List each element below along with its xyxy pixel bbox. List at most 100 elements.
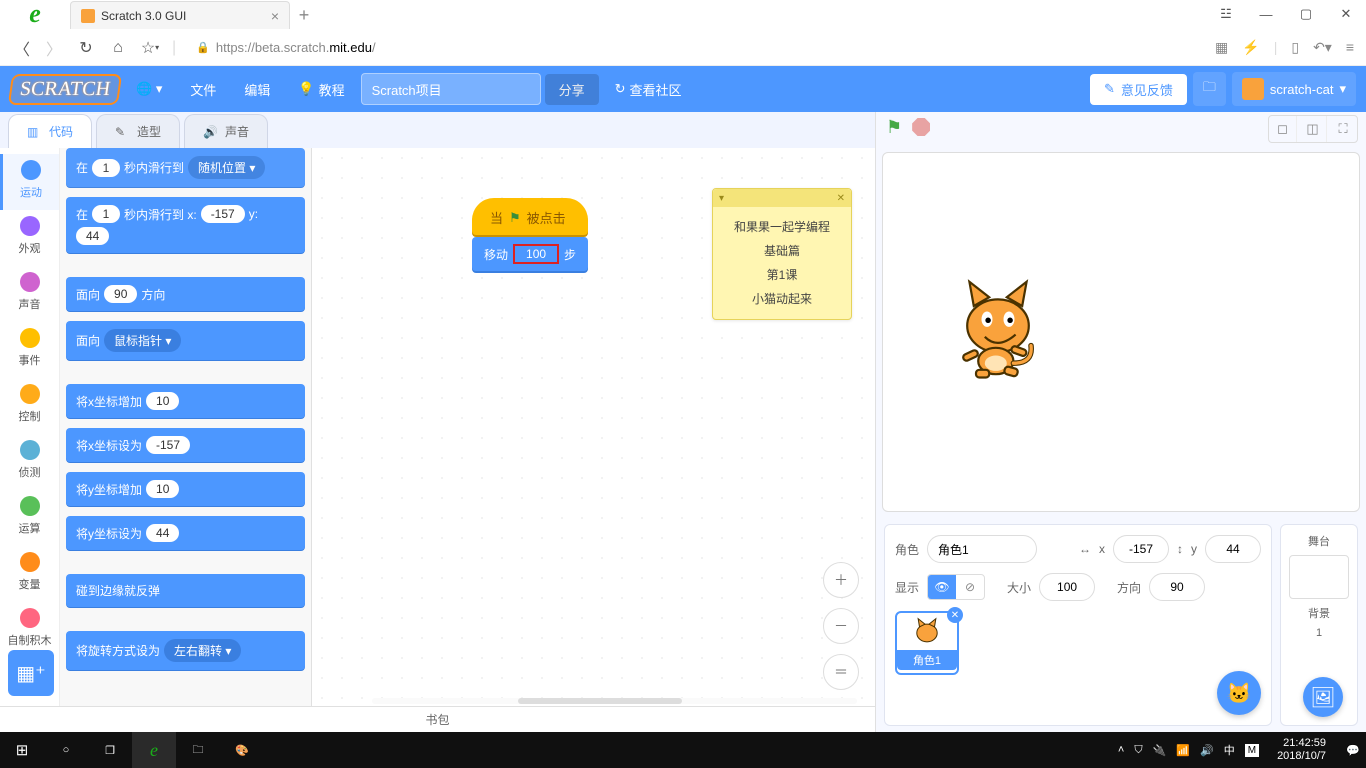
dropdown[interactable]: 左右翻转 ▾ (164, 639, 241, 662)
tray-volume-icon[interactable]: 🔊 (1200, 744, 1214, 757)
community-button[interactable]: ↻ 查看社区 (603, 74, 694, 105)
v[interactable]: 1 (92, 205, 120, 223)
cortana-icon[interactable]: ○ (44, 732, 88, 768)
tray-power-icon[interactable]: 🔌 (1153, 744, 1167, 757)
tab-sounds[interactable]: 🔊声音 (184, 114, 268, 148)
reader-mode-icon[interactable]: ☳ (1206, 0, 1246, 29)
sprite-size-input[interactable] (1039, 573, 1095, 601)
language-selector[interactable]: 🌐 ▾ (124, 75, 174, 103)
backpack-toggle[interactable]: 书包 (0, 706, 875, 732)
stop-button[interactable] (912, 118, 930, 136)
task-view-icon[interactable]: ❐ (88, 732, 132, 768)
workspace-comment[interactable]: ▾✕ 和果果一起学编程 基础篇 第1课 小猫动起来 (712, 188, 852, 320)
menu-icon[interactable]: ≡ (1346, 39, 1354, 56)
devices-icon[interactable]: ▯ (1291, 39, 1299, 56)
stage-large-icon[interactable]: ◫ (1299, 116, 1327, 142)
sprite-y-input[interactable] (1205, 535, 1261, 563)
comment-delete-icon[interactable]: ✕ (837, 193, 845, 204)
sprite-direction-input[interactable] (1149, 573, 1205, 601)
script-workspace[interactable]: 当 ⚑ 被点击 移动 100 步 ▾✕ 和果果一起学编程 基础篇 (312, 148, 875, 706)
block-set-x[interactable]: 将x坐标设为-157 (66, 428, 305, 462)
category-控制[interactable]: 控制 (0, 378, 59, 434)
taskbar-clock[interactable]: 21:42:59 2018/10/7 (1269, 737, 1334, 763)
tray-ime-icon[interactable]: 中 (1224, 742, 1235, 758)
mystuff-icon[interactable]: 🗀 (1193, 72, 1226, 106)
category-外观[interactable]: 外观 (0, 210, 59, 266)
block-change-x[interactable]: 将x坐标增加10 (66, 384, 305, 418)
qr-icon[interactable]: ▦ (1215, 39, 1228, 56)
scratch-logo[interactable]: SCRATCH (8, 74, 122, 105)
feedback-button[interactable]: ✎ 意见反馈 (1090, 74, 1187, 105)
sprite-cat[interactable] (943, 273, 1053, 383)
menu-file[interactable]: 文件 (178, 74, 228, 105)
zoom-out-icon[interactable]: － (823, 608, 859, 644)
zoom-in-icon[interactable]: ＋ (823, 562, 859, 598)
address-bar[interactable]: 🔒 https://beta.scratch.mit.edu/ (196, 40, 375, 55)
dropdown[interactable]: 鼠标指针 ▾ (104, 329, 181, 352)
dropdown[interactable]: 随机位置 ▾ (188, 156, 265, 179)
stage[interactable] (882, 152, 1360, 512)
menu-edit[interactable]: 编辑 (232, 74, 282, 105)
taskbar-app-browser[interactable]: e (132, 732, 176, 768)
window-minimize-icon[interactable]: — (1246, 0, 1286, 29)
share-button[interactable]: 分享 (545, 74, 599, 105)
window-maximize-icon[interactable]: ▢ (1286, 0, 1326, 29)
visibility-toggle[interactable]: 👁⊘ (927, 574, 985, 600)
block-point-towards[interactable]: 面向鼠标指针 ▾ (66, 321, 305, 360)
undo-dropdown-icon[interactable]: ↶▾ (1313, 39, 1332, 56)
block-when-flag-clicked[interactable]: 当 ⚑ 被点击 (472, 198, 588, 235)
v[interactable]: 44 (76, 227, 109, 245)
move-steps-input[interactable]: 100 (514, 245, 558, 263)
sprite-x-input[interactable] (1113, 535, 1169, 563)
add-sprite-button[interactable]: 🐱 (1217, 671, 1261, 715)
category-声音[interactable]: 声音 (0, 266, 59, 322)
tab-close-icon[interactable]: × (271, 8, 279, 24)
block-point-direction[interactable]: 面向90方向 (66, 277, 305, 311)
block-change-y[interactable]: 将y坐标增加10 (66, 472, 305, 506)
v[interactable]: 90 (104, 285, 137, 303)
nav-home-icon[interactable]: ⌂ (108, 38, 128, 58)
script-stack[interactable]: 当 ⚑ 被点击 移动 100 步 (472, 198, 588, 271)
flash-icon[interactable]: ⚡ (1242, 39, 1259, 56)
v[interactable]: 10 (146, 392, 179, 410)
v[interactable]: -157 (146, 436, 190, 454)
taskbar-app-explorer[interactable]: 🗀 (176, 732, 220, 768)
start-button[interactable]: ⊞ (0, 732, 44, 768)
stage-small-icon[interactable]: ◻ (1269, 116, 1297, 142)
tray-chevron-icon[interactable]: ˄ (1118, 744, 1124, 756)
category-变量[interactable]: 变量 (0, 546, 59, 602)
nav-favorite-icon[interactable]: ☆▾ (140, 38, 160, 58)
sprite-thumbnail[interactable]: ✕ 角色1 (895, 611, 959, 675)
show-icon[interactable]: 👁 (928, 575, 956, 599)
nav-reload-icon[interactable]: ↻ (76, 38, 96, 58)
v[interactable]: 10 (146, 480, 179, 498)
v[interactable]: 44 (146, 524, 179, 542)
notification-icon[interactable]: 💬 (1344, 732, 1362, 768)
v[interactable]: -157 (201, 205, 245, 223)
v[interactable]: 1 (92, 159, 120, 177)
block-edge-bounce[interactable]: 碰到边缘就反弹 (66, 574, 305, 607)
hide-icon[interactable]: ⊘ (956, 575, 984, 599)
category-事件[interactable]: 事件 (0, 322, 59, 378)
account-menu[interactable]: scratch-cat ▾ (1232, 72, 1356, 106)
tray-wifi-icon[interactable]: 📶 (1176, 744, 1190, 757)
taskbar-app-paint[interactable]: 🎨 (220, 732, 264, 768)
zoom-reset-icon[interactable]: ＝ (823, 654, 859, 690)
menu-tutorials[interactable]: 💡 教程 (286, 74, 356, 105)
block-move-steps[interactable]: 移动 100 步 (472, 237, 588, 271)
nav-back-icon[interactable]: 〈 (12, 38, 32, 58)
stage-fullscreen-icon[interactable]: ⛶ (1329, 116, 1357, 142)
workspace-scrollbar[interactable] (372, 698, 857, 704)
category-运算[interactable]: 运算 (0, 490, 59, 546)
tab-code[interactable]: ▥代码 (8, 114, 92, 148)
stage-thumbnail[interactable] (1289, 555, 1349, 599)
sprite-name-input[interactable] (927, 535, 1037, 563)
new-tab-button[interactable]: + (290, 1, 318, 29)
project-name-input[interactable]: Scratch项目 (361, 73, 541, 105)
block-rotation-style[interactable]: 将旋转方式设为左右翻转 ▾ (66, 631, 305, 670)
comment-collapse-icon[interactable]: ▾ (719, 193, 724, 204)
tray-input-icon[interactable]: M (1245, 744, 1259, 757)
window-close-icon[interactable]: ✕ (1326, 0, 1366, 29)
add-backdrop-button[interactable]: 🖼 (1303, 677, 1343, 717)
delete-sprite-icon[interactable]: ✕ (947, 607, 963, 623)
